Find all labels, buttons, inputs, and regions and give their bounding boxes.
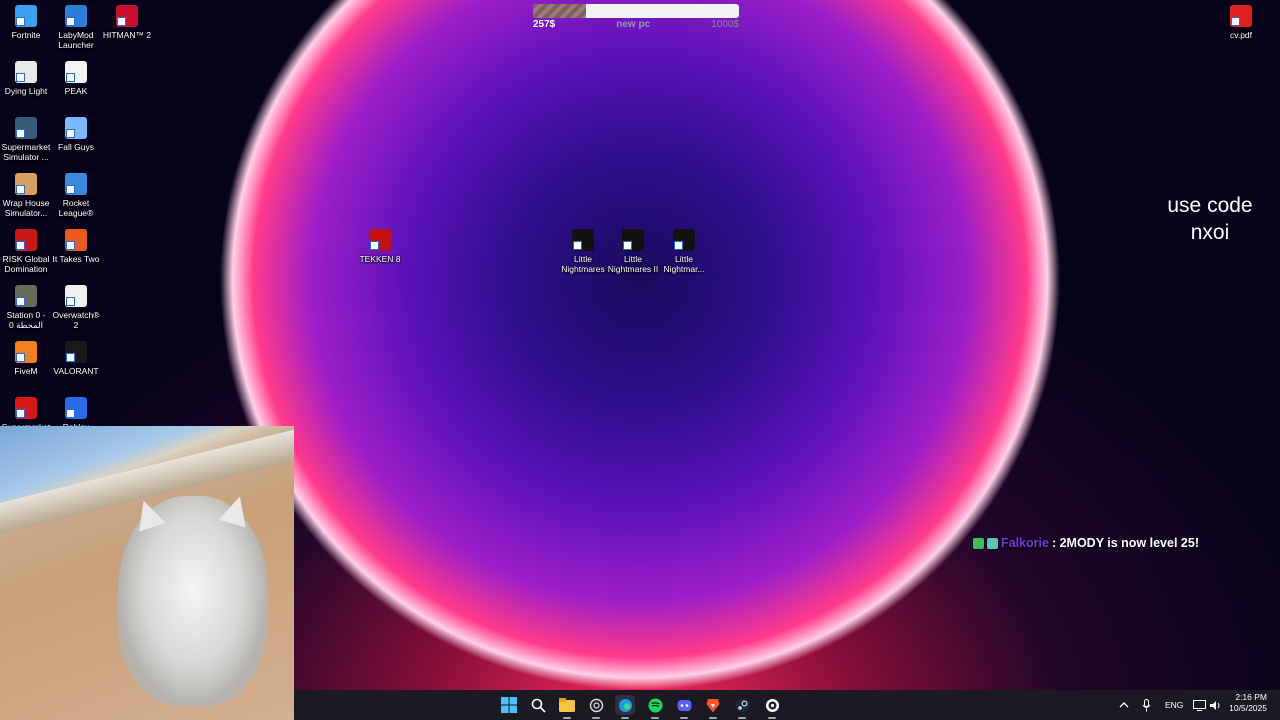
- desktop-icon-risk[interactable]: RISK Global Domination: [0, 229, 52, 274]
- labymod-icon: [65, 5, 87, 27]
- desktop-icon-little-nightmares-3[interactable]: Little Nightmar...: [658, 229, 710, 274]
- desktop-icon-label: Fortnite: [11, 30, 41, 40]
- supermarket-simulator-icon: [15, 117, 37, 139]
- chat-username: Falkorie: [1001, 536, 1049, 550]
- roblox-icon: [65, 397, 87, 419]
- desktop-icon-pdf[interactable]: cv.pdf: [1215, 5, 1267, 40]
- promo-code-text: use code nxoi: [1150, 192, 1270, 246]
- spotify-icon[interactable]: [645, 695, 665, 719]
- desktop-icon-hitman[interactable]: HITMAN™ 2: [101, 5, 153, 40]
- clock-date: 10/5/2025: [1229, 703, 1267, 713]
- goal-current-amount: 257$: [533, 19, 556, 30]
- dying-light-icon: [15, 61, 37, 83]
- desktop-icon-label: It Takes Two: [52, 254, 100, 264]
- desktop-icon-wrap-house[interactable]: Wrap House Simulator...: [0, 173, 52, 218]
- supermarket-icon: [15, 397, 37, 419]
- chatgpt-icon[interactable]: [586, 695, 606, 719]
- microphone-icon[interactable]: [1139, 695, 1153, 715]
- desktop-icon-labymod[interactable]: LabyMod Launcher: [50, 5, 102, 50]
- desktop-icon-label: HITMAN™ 2: [102, 30, 152, 40]
- fivem-icon: [15, 341, 37, 363]
- desktop-icon-overwatch[interactable]: Overwatch® 2: [50, 285, 102, 330]
- little-nightmares-2-icon: [622, 229, 644, 251]
- desktop-icon-fivem[interactable]: FiveM: [0, 341, 52, 376]
- desktop-icon-little-nightmares-2[interactable]: Little Nightmares II: [607, 229, 659, 274]
- fall-guys-icon: [65, 117, 87, 139]
- desktop-icon-rocket-league[interactable]: Rocket League®: [50, 173, 102, 218]
- desktop-icon-label: FiveM: [14, 366, 38, 376]
- discord-icon[interactable]: [674, 695, 694, 719]
- donation-goal-labels: 257$ new pc 1000$: [533, 19, 739, 30]
- clock-time: 2:16 PM: [1235, 692, 1267, 702]
- donation-goal-fill: [533, 4, 586, 18]
- desktop-icon-label: Station 0 - المحطة 0: [6, 310, 46, 330]
- promo-line-2: nxoi: [1190, 221, 1230, 244]
- desktop-icon-fortnite[interactable]: Fortnite: [0, 5, 52, 40]
- obs-icon[interactable]: [762, 695, 782, 719]
- little-nightmares-icon: [572, 229, 594, 251]
- desktop-icon-label: VALORANT: [53, 366, 99, 376]
- pdf-icon: [1230, 5, 1252, 27]
- webcam-overlay: [0, 426, 294, 720]
- peak-icon: [65, 61, 87, 83]
- overwatch-icon: [65, 285, 87, 307]
- desktop-icon-it-takes-two[interactable]: It Takes Two: [50, 229, 102, 264]
- desktop-icon-label: Dying Light: [4, 86, 48, 96]
- promo-line-1: use code: [1167, 194, 1253, 217]
- taskbar: ENG: [294, 690, 1280, 720]
- volume-icon[interactable]: [1208, 695, 1222, 715]
- tekken-icon: [369, 229, 391, 251]
- language-indicator[interactable]: ENG: [1165, 700, 1183, 710]
- windows-start-icon[interactable]: [499, 695, 519, 715]
- desktop-icon-tekken[interactable]: TEKKEN 8: [354, 229, 406, 264]
- desktop-icon-valorant[interactable]: VALORANT: [50, 341, 102, 376]
- hitman-icon: [116, 5, 138, 27]
- desktop-icon-label: Wrap House Simulator...: [2, 198, 50, 218]
- valorant-icon: [65, 341, 87, 363]
- desktop-icon-fall-guys[interactable]: Fall Guys: [50, 117, 102, 152]
- wrap-house-icon: [15, 173, 37, 195]
- search-icon[interactable]: [528, 695, 548, 715]
- desktop-icon-label: Fall Guys: [58, 142, 94, 152]
- desktop-icon-label: Overwatch® 2: [52, 310, 100, 330]
- desktop-icon-label: PEAK: [64, 86, 88, 96]
- risk-icon: [15, 229, 37, 251]
- desktop-icon-supermarket-simulator[interactable]: Supermarket Simulator ...: [0, 117, 52, 162]
- desktop-icon-peak[interactable]: PEAK: [50, 61, 102, 96]
- donation-goal-bar: [533, 4, 739, 18]
- file-explorer-icon[interactable]: [557, 695, 577, 719]
- subscriber-badge-icon: [987, 537, 998, 549]
- chat-message-text: : 2MODY is now level 25!: [1051, 536, 1199, 550]
- steam-icon[interactable]: [732, 695, 752, 719]
- desktop-icon-label: RISK Global Domination: [2, 254, 50, 274]
- desktop-icon-label: Little Nightmar...: [663, 254, 705, 274]
- desktop-icon-dying-light[interactable]: Dying Light: [0, 61, 52, 96]
- desktop-icon-label: cv.pdf: [1229, 30, 1253, 40]
- brave-icon[interactable]: [703, 695, 723, 719]
- edge-icon[interactable]: [615, 695, 635, 719]
- fortnite-icon: [15, 5, 37, 27]
- desktop-icon-label: LabyMod Launcher: [58, 30, 94, 50]
- system-clock[interactable]: 2:16 PM 10/5/2025: [1229, 692, 1267, 714]
- show-hidden-icons-chevron-up-icon[interactable]: [1117, 695, 1131, 715]
- desktop-icon-station-0[interactable]: Station 0 - المحطة 0: [0, 285, 52, 330]
- edit-badge-icon: [973, 537, 984, 549]
- little-nightmares-3-icon: [673, 229, 695, 251]
- chat-alert: Falkorie : 2MODY is now level 25!: [973, 536, 1199, 550]
- desktop-icon-label: TEKKEN 8: [359, 254, 401, 264]
- desktop-icon-label: Little Nightmares: [561, 254, 605, 274]
- desktop-icon-label: Little Nightmares II: [607, 254, 659, 274]
- goal-target-amount: 1000$: [711, 19, 739, 30]
- rocket-league-icon: [65, 173, 87, 195]
- it-takes-two-icon: [65, 229, 87, 251]
- network-icon[interactable]: [1192, 695, 1206, 715]
- goal-name: new pc: [616, 19, 651, 30]
- desktop-icon-little-nightmares[interactable]: Little Nightmares: [557, 229, 609, 274]
- desktop-icon-label: Rocket League®: [58, 198, 94, 218]
- desktop-icon-label: Supermarket Simulator ...: [1, 142, 51, 162]
- station-0-icon: [15, 285, 37, 307]
